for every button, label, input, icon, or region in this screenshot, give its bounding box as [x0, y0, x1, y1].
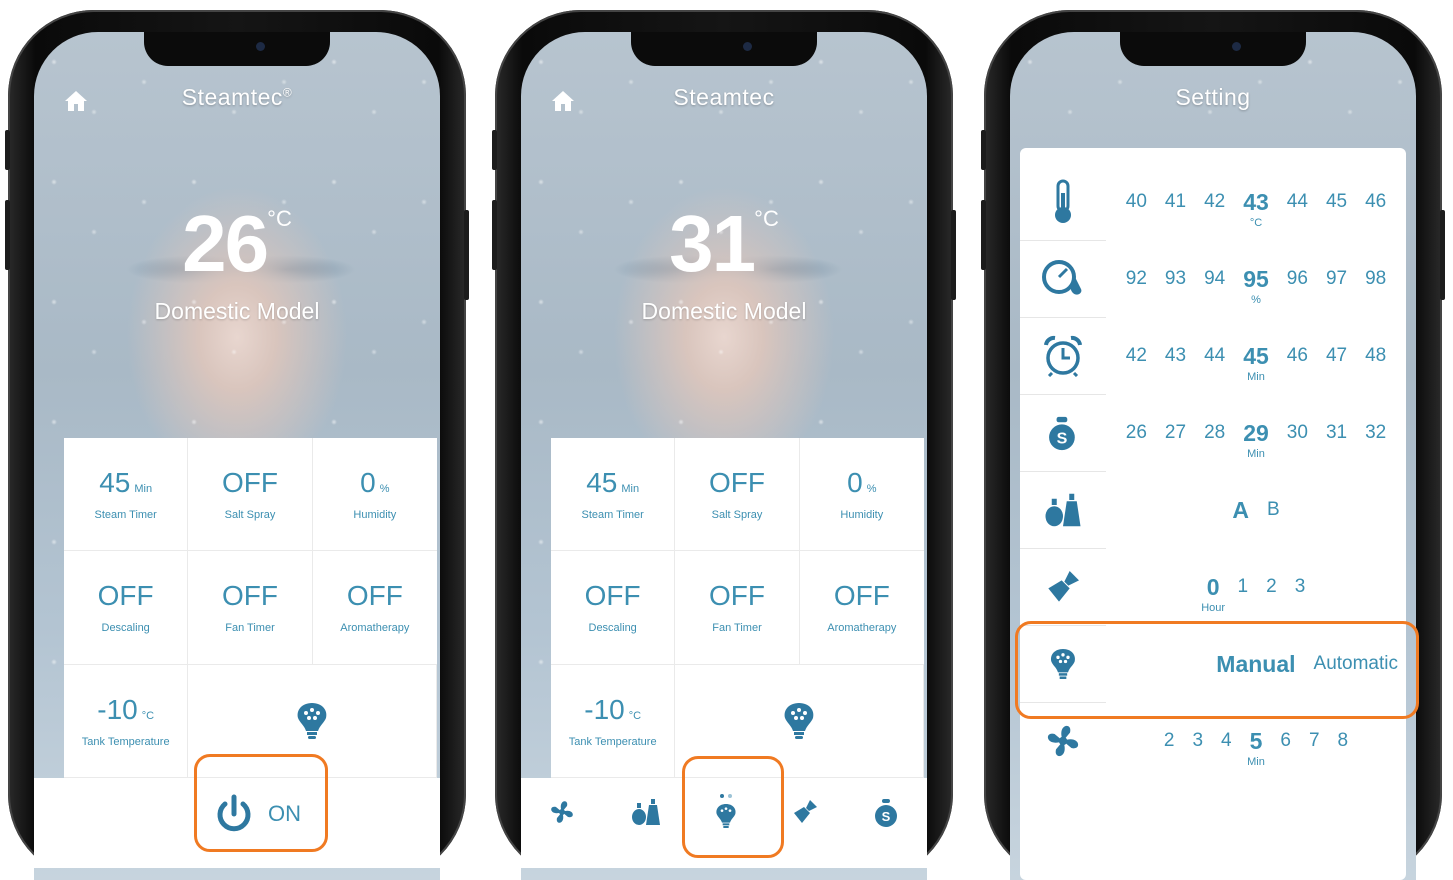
- tile-aromatherapy[interactable]: OFF Aromatherapy: [799, 551, 924, 665]
- humidity-gauge-icon: [1042, 259, 1082, 295]
- tile-aromatherapy[interactable]: OFF Aromatherapy: [312, 551, 437, 665]
- temperature-display: 26°C: [182, 199, 292, 288]
- notch: [144, 32, 330, 66]
- phone-setting-screen: Setting 40 41 42 43 °C 44 45 46 92 93 94 95% 96 97 98…: [981, 10, 1445, 880]
- light-icon: [784, 702, 814, 739]
- tile-fan-timer[interactable]: OFF Fan Timer: [188, 551, 313, 665]
- tile-fan-timer[interactable]: OFF Fan Timer: [675, 551, 800, 665]
- screen: Setting 40 41 42 43 °C 44 45 46 92 93 94 95% 96 97 98…: [1010, 32, 1416, 880]
- tile-salt-spray[interactable]: OFF Salt Spray: [675, 438, 800, 552]
- tile-descaling[interactable]: OFF Descaling: [551, 551, 676, 665]
- fan-icon: [1047, 725, 1079, 757]
- tile-humidity[interactable]: 0% Humidity: [799, 438, 924, 552]
- tile-salt-spray[interactable]: OFF Salt Spray: [188, 438, 313, 552]
- setting-row-aromatherapy[interactable]: AB: [1020, 472, 1406, 549]
- descale-brush-icon[interactable]: [790, 797, 820, 827]
- app-title: Steamtec®: [181, 84, 293, 110]
- highlight-power: [194, 754, 328, 852]
- svg-text:S: S: [881, 809, 890, 824]
- alarm-clock-icon: [1044, 335, 1082, 377]
- tile-steam-timer[interactable]: 45 Min Steam Timer: [551, 438, 676, 552]
- status-grid: 45 Min Steam Timer OFF Salt Spray 0% Humidit…: [551, 438, 924, 778]
- svg-text:S: S: [1057, 429, 1068, 447]
- app-title: Steamtec: [673, 84, 775, 110]
- tile-tank-temperature[interactable]: -10 °C Tank Temperature: [551, 664, 676, 778]
- aroma-bottles-icon: [1045, 493, 1081, 526]
- screen: Steamtec® 26°C Domestic Model 45 Min Steam…: [34, 32, 440, 880]
- setting-row-humidity[interactable]: 92 93 94 95% 96 97 98: [1020, 241, 1406, 318]
- thermometer-icon: [1055, 179, 1071, 223]
- salt-spray-icon: S: [1049, 416, 1075, 450]
- status-grid: 45 Min Steam Timer OFF Salt Spray 0% Humidit…: [64, 438, 437, 778]
- setting-row-temperature[interactable]: 40 41 42 43 °C 44 45 46: [1020, 164, 1406, 241]
- highlight-light-tab: [682, 756, 784, 858]
- setting-row-descaling[interactable]: 0 Hour 1 2 3: [1020, 549, 1406, 626]
- descale-brush-icon: [1048, 570, 1079, 602]
- fan-icon[interactable]: [547, 797, 577, 827]
- highlight-light-setting: [1015, 621, 1419, 719]
- tile-tank-temperature[interactable]: -10 °C Tank Temperature: [64, 664, 189, 778]
- light-icon: [297, 702, 327, 739]
- phone-home-screen: Steamtec® 26°C Domestic Model 45 Min Steam…: [5, 10, 469, 880]
- setting-row-timer[interactable]: 42 43 44 45 Min 46 47 48: [1020, 318, 1406, 395]
- setting-row-salt-spray[interactable]: S 26 27 28 29 Min 30 31 32: [1020, 395, 1406, 472]
- settings-panel: 40 41 42 43 °C 44 45 46 92 93 94 95% 96 97 98 42 43 44 4…: [1020, 148, 1406, 880]
- aroma-bottles-icon[interactable]: [630, 797, 662, 827]
- notch: [631, 32, 817, 66]
- tile-descaling[interactable]: OFF Descaling: [64, 551, 189, 665]
- notch: [1120, 32, 1306, 66]
- tile-humidity[interactable]: 0% Humidity: [312, 438, 437, 552]
- screen: Steamtec 31°C Domestic Model 45 Min Steam …: [521, 32, 927, 880]
- model-label: Domestic Model: [641, 298, 807, 324]
- model-label: Domestic Model: [154, 298, 320, 324]
- temperature-display: 31°C: [669, 199, 779, 288]
- tile-steam-timer[interactable]: 45 Min Steam Timer: [64, 438, 189, 552]
- phone-tab-screen: Steamtec 31°C Domestic Model 45 Min Steam …: [492, 10, 956, 880]
- salt-spray-icon[interactable]: S: [873, 796, 901, 828]
- page-title: Setting: [1175, 84, 1251, 110]
